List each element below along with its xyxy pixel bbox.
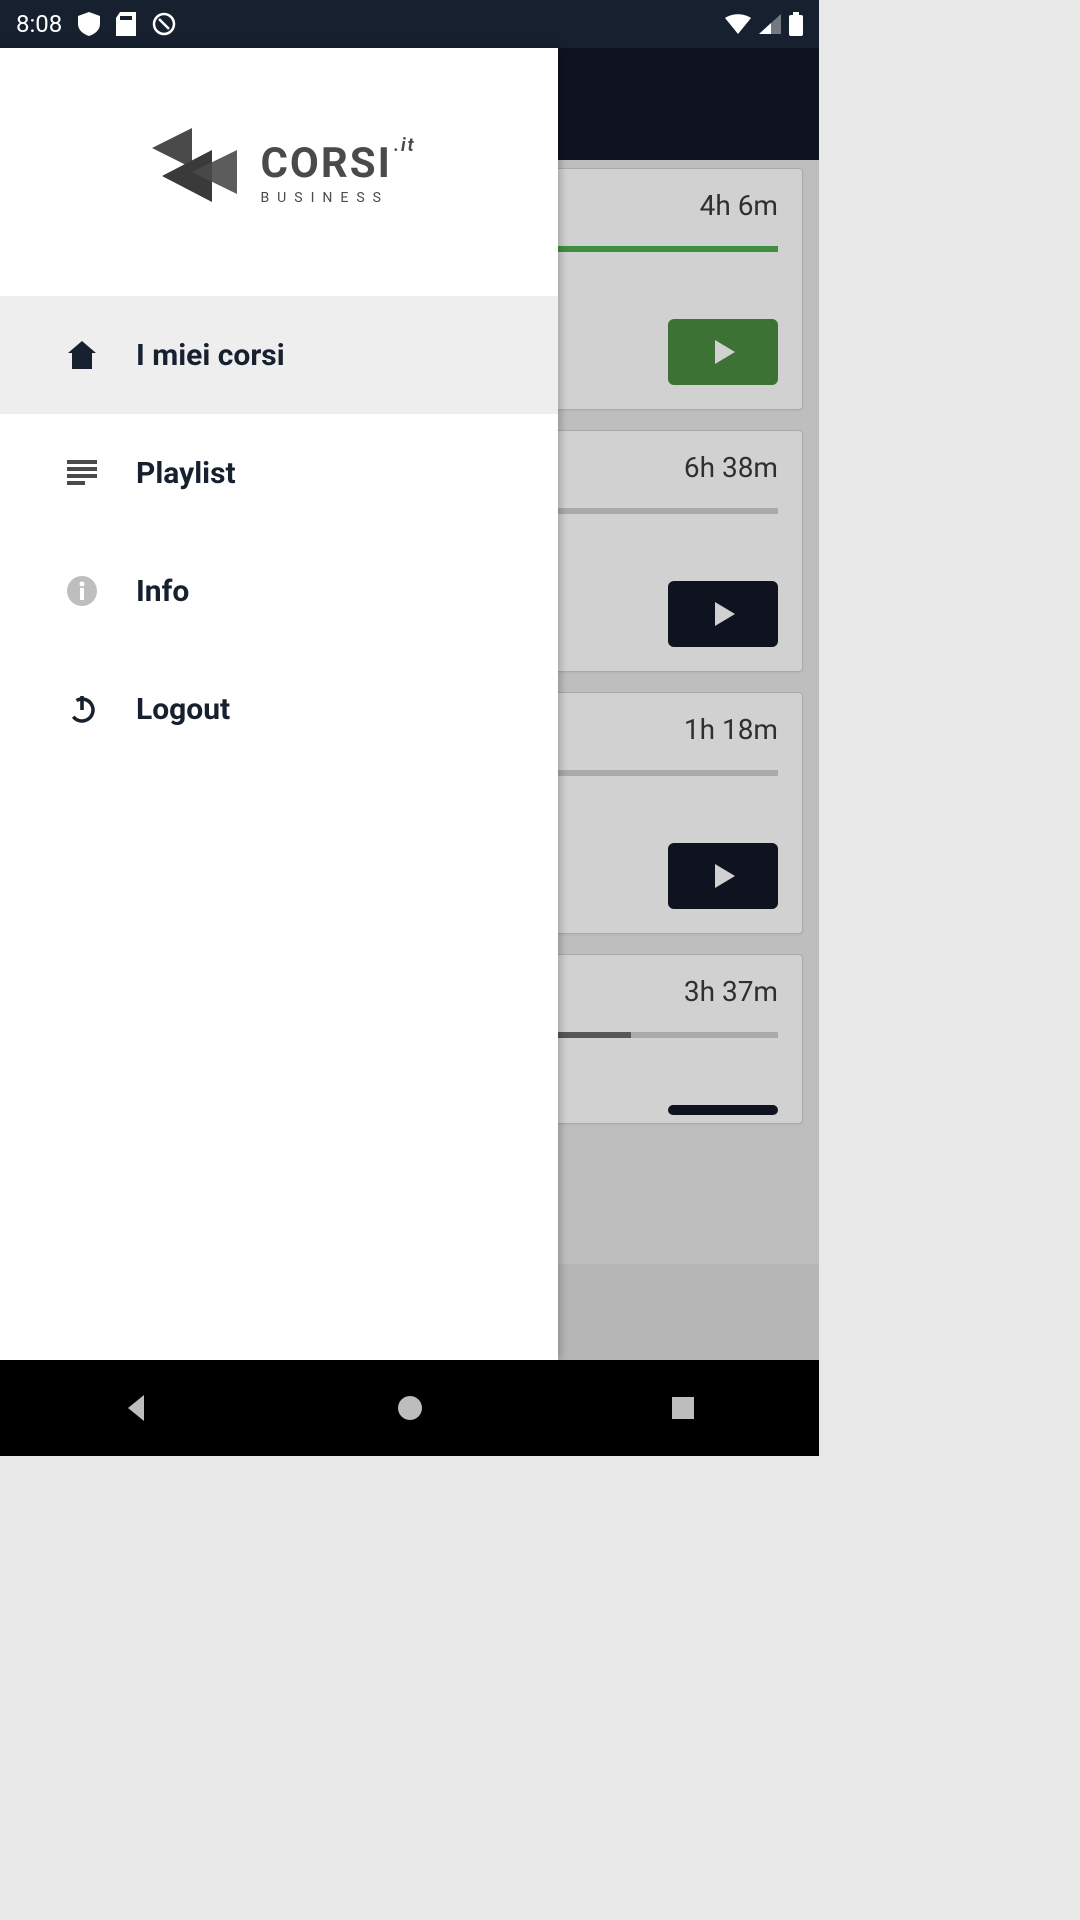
navigation-drawer: CORSI .it BUSINESS I miei corsi Playlist…	[0, 48, 558, 1360]
home-icon	[64, 337, 100, 373]
status-left: 8:08	[16, 10, 176, 38]
android-nav-bar	[0, 1360, 819, 1456]
wifi-icon	[725, 14, 751, 34]
drawer-nav: I miei corsi Playlist Info Logout	[0, 296, 558, 768]
shield-icon	[78, 12, 100, 36]
app-logo: CORSI .it BUSINESS	[0, 48, 558, 296]
nav-home-button[interactable]	[388, 1386, 432, 1430]
nav-back-button[interactable]	[115, 1386, 159, 1430]
nav-item-label: I miei corsi	[136, 338, 285, 373]
cell-signal-icon	[759, 14, 781, 34]
nav-recent-button[interactable]	[661, 1386, 705, 1430]
status-time: 8:08	[16, 10, 62, 38]
list-icon	[64, 455, 100, 491]
status-right	[725, 12, 803, 36]
nav-item-logout[interactable]: Logout	[0, 650, 558, 768]
logo-domain-text: .it	[394, 135, 416, 156]
nav-item-label: Info	[136, 574, 189, 609]
sd-card-icon	[116, 12, 136, 36]
nav-item-info[interactable]: Info	[0, 532, 558, 650]
logo-brand-text: CORSI	[260, 139, 392, 188]
android-status-bar: 8:08	[0, 0, 819, 48]
power-icon	[64, 691, 100, 727]
logo-mark-icon	[142, 128, 242, 216]
logo-subtitle: BUSINESS	[260, 190, 415, 206]
battery-icon	[789, 12, 803, 36]
nav-item-label: Logout	[136, 692, 230, 727]
nav-item-playlist[interactable]: Playlist	[0, 414, 558, 532]
nav-item-label: Playlist	[136, 456, 236, 491]
nav-item-my-courses[interactable]: I miei corsi	[0, 296, 558, 414]
info-icon	[64, 573, 100, 609]
no-sync-icon	[152, 12, 176, 36]
